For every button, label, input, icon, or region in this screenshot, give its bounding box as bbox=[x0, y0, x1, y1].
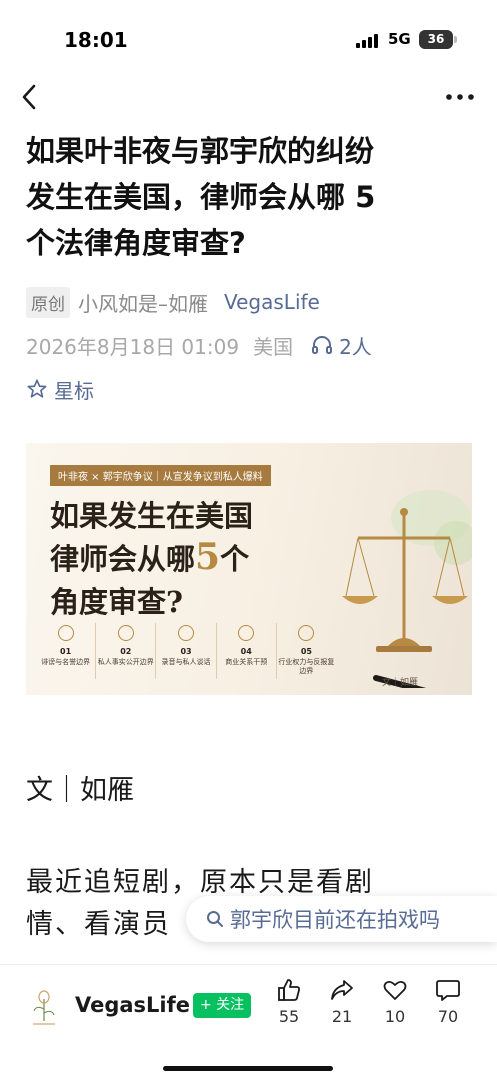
banner-heading-line: 角度审查? bbox=[50, 585, 183, 619]
lock-icon bbox=[117, 625, 134, 641]
topic-number: 03 bbox=[180, 647, 192, 656]
share-icon bbox=[331, 980, 353, 1000]
banner-topic: 02 私人事实公开边界 bbox=[96, 623, 157, 679]
banner-author: 文｜如雁 bbox=[382, 678, 419, 688]
topic-label: 行业权力与反报复边界 bbox=[278, 658, 335, 675]
banner-heading-line: 律师会从哪5个 bbox=[50, 536, 330, 578]
topic-label: 商业关系干预 bbox=[225, 658, 268, 666]
banner-topics: 01 诽谤与名誉边界 02 私人事实公开边界 03 录音与私人谈话 04 商业关… bbox=[36, 623, 336, 679]
banner-topic: 01 诽谤与名誉边界 bbox=[36, 623, 97, 679]
banner-heading-number: 5 bbox=[195, 536, 221, 578]
favorite-button[interactable]: 10 bbox=[375, 977, 415, 1026]
star-icon bbox=[27, 379, 47, 398]
comment-button[interactable]: 70 bbox=[428, 977, 468, 1026]
article-date-row: 2026年8月18日 01:09 美国 2人 bbox=[26, 330, 372, 360]
topic-number: 02 bbox=[120, 647, 132, 656]
star-button[interactable]: 星标 bbox=[26, 374, 94, 404]
chevron-left-icon[interactable] bbox=[16, 80, 46, 114]
share-count: 21 bbox=[331, 1007, 353, 1026]
status-time: 18:01 bbox=[64, 28, 128, 52]
topic-label: 诽谤与名誉边界 bbox=[41, 658, 91, 666]
search-suggestion-text: 郭宇欣目前还在拍戏吗 bbox=[230, 908, 440, 932]
article-byline: 文｜如雁 bbox=[26, 775, 134, 806]
listener-count: 2人 bbox=[339, 334, 372, 359]
follow-button[interactable]: + 关注 bbox=[193, 993, 252, 1018]
banner-topic: 04 商业关系干预 bbox=[217, 623, 277, 679]
publish-location: 美国 bbox=[253, 334, 294, 359]
headphones-icon bbox=[312, 336, 333, 354]
original-badge: 原创 bbox=[26, 286, 70, 318]
network-type: 5G bbox=[388, 30, 411, 48]
title-line: 个法律角度审查? bbox=[26, 226, 246, 260]
account-link[interactable]: VegasLife bbox=[224, 290, 320, 314]
briefcase-icon bbox=[238, 625, 255, 641]
bottom-bar: VegasLife + 关注 55 21 10 70 bbox=[0, 964, 497, 1080]
battery-icon: 36 bbox=[419, 30, 457, 49]
battery-level: 36 bbox=[427, 32, 445, 46]
article-meta: 原创 小风如是–如雁 VegasLife bbox=[26, 285, 320, 319]
nav-bar bbox=[0, 72, 497, 122]
people-icon bbox=[298, 625, 315, 641]
thumbs-up-icon bbox=[278, 979, 300, 1001]
share-button[interactable]: 21 bbox=[322, 977, 362, 1026]
account-avatar[interactable] bbox=[26, 987, 62, 1027]
like-count: 55 bbox=[278, 1007, 300, 1026]
banner-tag: 叶非夜 × 郭宇欣争议｜从宣发争议到私人爆料 bbox=[50, 465, 271, 486]
publish-date: 2026年8月18日 01:09 bbox=[26, 334, 240, 359]
banner-heading-line: 如果发生在美国 bbox=[50, 499, 254, 533]
article-title: 如果叶非夜与郭宇欣的纠纷 发生在美国，律师会从哪 5 个法律角度审查? bbox=[26, 128, 474, 266]
chat-icon bbox=[57, 625, 74, 641]
home-indicator[interactable] bbox=[163, 1066, 333, 1071]
banner-topic: 05 行业权力与反报复边界 bbox=[277, 623, 336, 679]
account-name[interactable]: VegasLife bbox=[75, 993, 190, 1017]
title-line: 如果叶非夜与郭宇欣的纠纷 bbox=[26, 134, 375, 168]
ellipsis-icon[interactable] bbox=[442, 84, 478, 110]
scales-of-justice-icon bbox=[342, 490, 472, 688]
star-label: 星标 bbox=[54, 378, 94, 403]
heart-icon bbox=[383, 980, 407, 1000]
like-button[interactable]: 55 bbox=[269, 977, 309, 1026]
listen-button[interactable]: 2人 bbox=[311, 331, 372, 360]
favorite-count: 10 bbox=[384, 1007, 406, 1026]
microphone-icon bbox=[178, 625, 194, 641]
banner-heading-text: 个 bbox=[220, 542, 250, 576]
search-icon bbox=[207, 911, 223, 927]
signal-icon bbox=[356, 32, 382, 48]
topic-label: 录音与私人谈话 bbox=[161, 658, 211, 666]
article-cover-image: 叶非夜 × 郭宇欣争议｜从宣发争议到私人爆料 如果发生在美国 律师会从哪5个 角… bbox=[26, 443, 472, 695]
comment-count: 70 bbox=[437, 1007, 459, 1026]
author-name: 小风如是–如雁 bbox=[78, 291, 208, 316]
topic-number: 04 bbox=[240, 647, 252, 656]
banner-heading-text: 律师会从哪 bbox=[50, 542, 196, 576]
title-line: 发生在美国，律师会从哪 5 bbox=[26, 180, 376, 214]
topic-number: 05 bbox=[300, 647, 312, 656]
status-bar: 18:01 5G 36 bbox=[0, 0, 497, 70]
topic-number: 01 bbox=[60, 647, 72, 656]
comment-icon bbox=[436, 980, 460, 1001]
banner-topic: 03 录音与私人谈话 bbox=[156, 623, 217, 679]
search-suggestion[interactable]: 郭宇欣目前还在拍戏吗 bbox=[186, 896, 497, 942]
topic-label: 私人事实公开边界 bbox=[97, 658, 154, 666]
